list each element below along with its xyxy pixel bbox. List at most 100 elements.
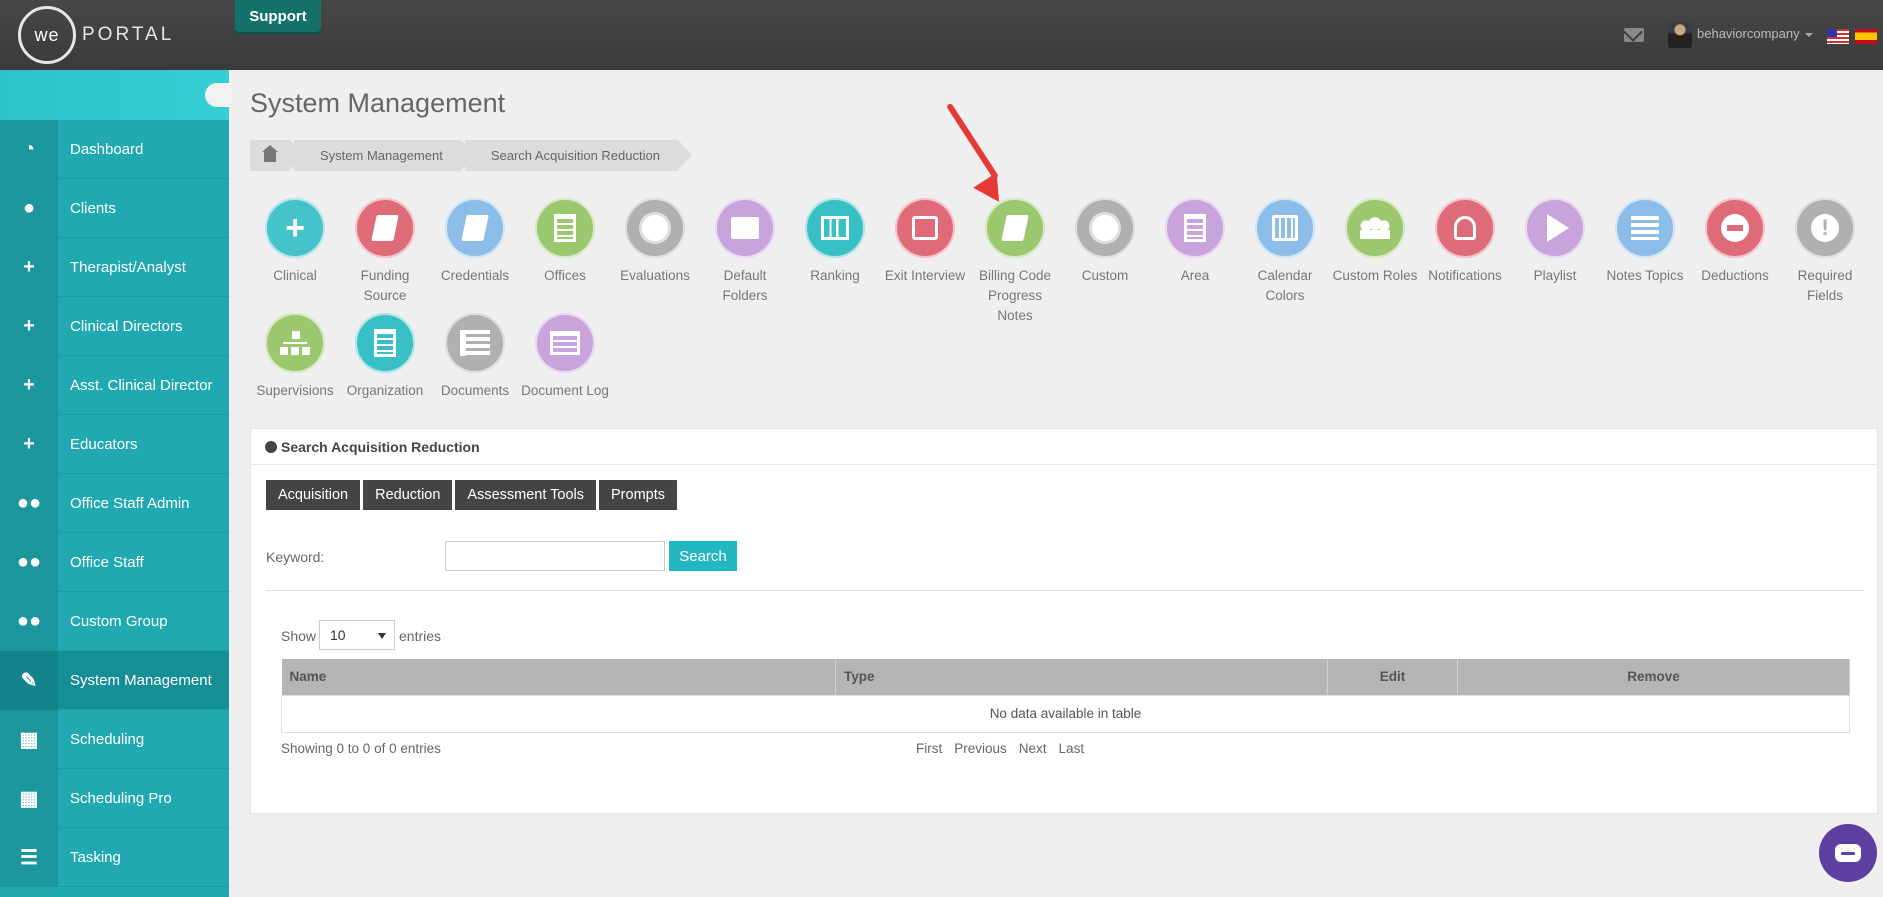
sidebar-item-office-staff[interactable]: ●● Office Staff bbox=[0, 532, 229, 592]
column-header-remove[interactable]: Remove bbox=[1457, 659, 1850, 695]
tile-calendar-colors[interactable]: Calendar Colors bbox=[1240, 198, 1330, 306]
tile-notes-topics[interactable]: Notes Topics bbox=[1600, 198, 1690, 286]
results-table: Name Type Edit Remove No data available … bbox=[281, 659, 1850, 733]
show-label: Show bbox=[281, 628, 317, 644]
tab-prompts[interactable]: Prompts bbox=[599, 480, 678, 510]
entries-label: entries bbox=[399, 628, 442, 644]
sidebar-toggle[interactable] bbox=[205, 83, 231, 107]
panel-heading: Search Acquisition Reduction bbox=[251, 429, 1877, 465]
tile-ranking[interactable]: Ranking bbox=[790, 198, 880, 286]
tile-label: Funding Source bbox=[360, 268, 410, 303]
us-flag-icon[interactable] bbox=[1827, 29, 1849, 44]
sidebar-item-label: Clinical Directors bbox=[70, 317, 183, 335]
chevron-down-icon[interactable] bbox=[1805, 33, 1813, 37]
tile-offices[interactable]: Offices bbox=[520, 198, 610, 286]
globe-icon bbox=[265, 440, 277, 453]
tile-label: Notifications bbox=[1428, 268, 1502, 283]
tile-evaluations[interactable]: Evaluations bbox=[610, 198, 700, 286]
we-portal-logo[interactable]: we PORTAL bbox=[18, 6, 188, 64]
sidebar-item-office-staff-admin[interactable]: ●● Office Staff Admin bbox=[0, 473, 229, 533]
tile-label: Deductions bbox=[1701, 268, 1769, 283]
column-header-edit[interactable]: Edit bbox=[1327, 659, 1458, 695]
tile-deductions[interactable]: Deductions bbox=[1690, 198, 1780, 286]
tile-label: Custom Roles bbox=[1332, 268, 1418, 283]
tile-funding-source[interactable]: Funding Source bbox=[340, 198, 430, 306]
sidebar-item-educators[interactable]: + Educators bbox=[0, 414, 229, 474]
folder-icon bbox=[715, 198, 775, 258]
tile-required-fields[interactable]: ! Required Fields bbox=[1780, 198, 1870, 306]
tile-credentials[interactable]: Credentials bbox=[430, 198, 520, 286]
bar-chart-icon bbox=[805, 198, 865, 258]
building-icon bbox=[535, 198, 595, 258]
spain-flag-icon[interactable] bbox=[1855, 29, 1877, 44]
tile-notifications[interactable]: Notifications bbox=[1420, 198, 1510, 286]
column-header-type[interactable]: Type bbox=[835, 659, 1328, 695]
page-size-select[interactable]: 10 bbox=[319, 620, 395, 650]
search-panel: Search Acquisition Reduction Acquisition… bbox=[250, 428, 1878, 814]
chat-launcher-button[interactable] bbox=[1819, 824, 1877, 882]
breadcrumb-item[interactable]: System Management bbox=[294, 140, 475, 171]
column-header-name[interactable]: Name bbox=[281, 659, 836, 695]
sidebar-item-clinical-directors[interactable]: + Clinical Directors bbox=[0, 296, 229, 356]
sidebar-item-tasking[interactable]: ☰ Tasking bbox=[0, 827, 229, 887]
support-button[interactable]: Support bbox=[235, 0, 321, 34]
tile-supervisions[interactable]: Supervisions bbox=[250, 313, 340, 401]
cog-icon bbox=[625, 198, 685, 258]
tile-label: Calendar Colors bbox=[1257, 268, 1313, 303]
breadcrumb-item[interactable]: Search Acquisition Reduction bbox=[464, 140, 693, 171]
sidebar-item-label: Scheduling Pro bbox=[70, 789, 172, 807]
bell-icon bbox=[1435, 198, 1495, 258]
users-icon bbox=[1345, 198, 1405, 258]
log-icon bbox=[535, 313, 595, 373]
sidebar-item-scheduling[interactable]: ▦ Scheduling bbox=[0, 709, 229, 769]
user-avatar[interactable] bbox=[1668, 22, 1692, 48]
plus-icon: + bbox=[0, 237, 58, 297]
sidebar-item-custom-group[interactable]: ●● Custom Group bbox=[0, 591, 229, 651]
tab-assessment-tools[interactable]: Assessment Tools bbox=[455, 480, 597, 510]
keyword-input[interactable] bbox=[445, 541, 665, 571]
list-alt-icon bbox=[1615, 198, 1675, 258]
sidebar-item-asst-clinical-director[interactable]: + Asst. Clinical Director bbox=[0, 355, 229, 415]
tile-document-log[interactable]: Document Log bbox=[520, 313, 610, 401]
breadcrumb-home[interactable] bbox=[250, 140, 304, 171]
pager-previous[interactable]: Previous bbox=[954, 741, 1007, 756]
sidebar-item-label: System Management bbox=[70, 671, 212, 689]
breadcrumb: System Management Search Acquisition Red… bbox=[250, 140, 693, 171]
pager-next[interactable]: Next bbox=[1019, 741, 1047, 756]
tile-default-folders[interactable]: Default Folders bbox=[700, 198, 790, 306]
tile-label: Organization bbox=[346, 383, 424, 398]
annotation-arrow bbox=[946, 102, 999, 180]
sidebar-item-label: Asst. Clinical Director bbox=[70, 376, 213, 394]
tile-clinical[interactable]: + Clinical bbox=[250, 198, 340, 286]
book-icon bbox=[355, 198, 415, 258]
page-title: System Management bbox=[250, 88, 506, 118]
tile-documents[interactable]: Documents bbox=[430, 313, 520, 401]
sitemap-icon bbox=[265, 313, 325, 373]
tile-custom-roles[interactable]: Custom Roles bbox=[1330, 198, 1420, 286]
tile-custom[interactable]: Custom bbox=[1060, 198, 1150, 286]
tile-playlist[interactable]: Playlist bbox=[1510, 198, 1600, 286]
pager-first[interactable]: First bbox=[916, 741, 942, 756]
sidebar-item-therapist-analyst[interactable]: + Therapist/Analyst bbox=[0, 237, 229, 297]
sidebar-item-label: Dashboard bbox=[70, 140, 144, 158]
calendar-icon bbox=[1255, 198, 1315, 258]
sidebar-item-scheduling-pro[interactable]: ▦ Scheduling Pro bbox=[0, 768, 229, 828]
tile-area[interactable]: Area bbox=[1150, 198, 1240, 286]
tile-label: Exit Interview bbox=[884, 268, 966, 283]
tab-reduction[interactable]: Reduction bbox=[363, 480, 453, 510]
tab-acquisition[interactable]: Acquisition bbox=[266, 480, 361, 510]
book-icon bbox=[985, 198, 1045, 258]
envelope-icon[interactable] bbox=[1624, 28, 1644, 42]
pagination: First Previous Next Last bbox=[916, 741, 1096, 756]
sidebar-item-clients[interactable]: ● Clients bbox=[0, 178, 229, 238]
user-menu-name[interactable]: behaviorcompany bbox=[1697, 26, 1800, 41]
tile-organization[interactable]: Organization bbox=[340, 313, 430, 401]
search-button[interactable]: Search bbox=[669, 541, 737, 571]
calendar-icon: ▦ bbox=[0, 768, 58, 828]
sidebar-item-dashboard[interactable]: ◔ Dashboard bbox=[0, 119, 229, 179]
tile-exit-interview[interactable]: Exit Interview bbox=[880, 198, 970, 286]
pager-last[interactable]: Last bbox=[1059, 741, 1085, 756]
sidebar-item-system-management[interactable]: ✎ System Management bbox=[0, 650, 229, 710]
tile-label: Documents bbox=[440, 383, 510, 398]
tile-billing-code-progress-notes[interactable]: Billing Code Progress Notes bbox=[970, 198, 1060, 326]
